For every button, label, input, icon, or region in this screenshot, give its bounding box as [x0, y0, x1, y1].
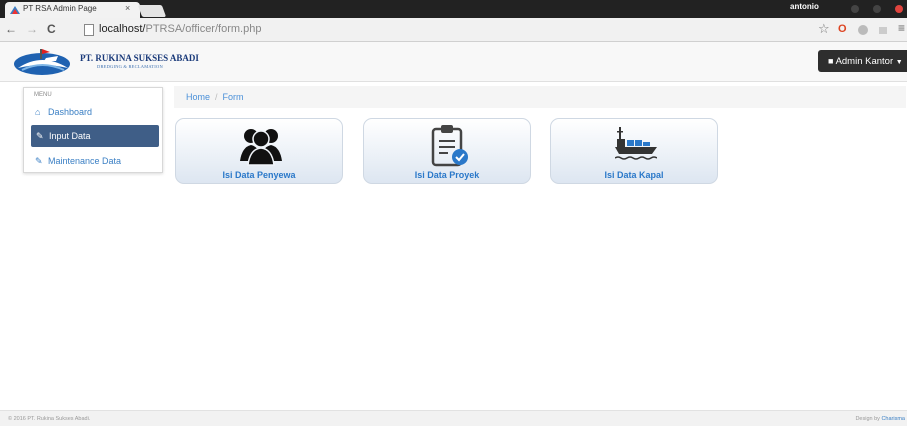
opera-extension-icon[interactable]: O [838, 23, 847, 35]
sidebar-item-label: Dashboard [48, 107, 93, 117]
edit-icon: ✎ [36, 131, 44, 141]
brand-tagline: DREDGING & RECLAMATION [97, 64, 163, 69]
browser-menu-icon[interactable]: ≡ [898, 21, 905, 35]
card-isi-data-kapal[interactable]: Isi Data Kapal [550, 118, 718, 184]
new-tab-button[interactable] [137, 5, 167, 17]
close-window-icon[interactable] [895, 5, 903, 13]
menu-heading: MENU [34, 92, 52, 98]
sidebar-menu: MENU ⌂ Dashboard ✎ Input Data ✎ Maintenance… [23, 87, 163, 173]
caret-down-icon: ▼ [895, 59, 903, 66]
footer-design-credit: Design by Charisma [855, 416, 905, 422]
extension-puzzle-icon[interactable] [857, 24, 869, 35]
card-isi-data-proyek[interactable]: Isi Data Proyek [363, 118, 531, 184]
maximize-icon[interactable] [873, 5, 881, 13]
browser-tab-bar: PT RSA Admin Page × antonio [0, 0, 907, 18]
tab-close-icon[interactable]: × [125, 3, 130, 13]
admin-user-label: Admin Kantor [835, 56, 894, 67]
sidebar-item-label: Maintenance Data [48, 156, 122, 166]
footer-design-label: Design by [855, 416, 880, 422]
company-logo[interactable] [10, 46, 74, 78]
brand-name: PT. RUKINA SUKSES ABADI [80, 53, 199, 63]
clipboard-check-icon [431, 125, 468, 167]
sidebar-item-dashboard[interactable]: ⌂ Dashboard [30, 101, 162, 123]
admin-user-dropdown[interactable]: ■ Admin Kantor ▼ [818, 50, 907, 72]
card-label: Isi Data Kapal [604, 170, 664, 180]
page-icon [84, 24, 94, 36]
minimize-icon[interactable] [851, 5, 859, 13]
edit-icon: ✎ [35, 156, 43, 166]
app-header: PT. RUKINA SUKSES ABADI DREDGING & RECLA… [0, 42, 907, 82]
url-path: PTRSA/officer/form.php [145, 23, 262, 35]
forward-arrow-icon[interactable]: → [26, 22, 38, 36]
footer-copyright: © 2016 PT. Rukina Sukses Abadi. [8, 416, 91, 422]
cargo-ship-icon [615, 127, 657, 160]
sidebar-item-input-data[interactable]: ✎ Input Data [31, 125, 159, 147]
reload-icon[interactable]: C [47, 22, 56, 36]
browser-user-name[interactable]: antonio [790, 2, 819, 11]
tab-title: PT RSA Admin Page [23, 4, 97, 13]
back-arrow-icon[interactable]: ← [5, 22, 17, 36]
sidebar-item-maintenance-data[interactable]: ✎ Maintenance Data [30, 150, 162, 172]
url-host: localhost/ [99, 23, 146, 35]
browser-tab[interactable]: PT RSA Admin Page × [5, 2, 140, 18]
footer-designer-link[interactable]: Charisma [881, 416, 905, 422]
site-favicon-icon [10, 6, 20, 14]
breadcrumb: Home / Form [174, 86, 906, 108]
card-label: Isi Data Proyek [414, 170, 480, 180]
card-isi-data-penyewa[interactable]: Isi Data Penyewa [175, 118, 343, 184]
url-input[interactable]: localhost/PTRSA/officer/form.php [82, 22, 802, 38]
address-bar-row: ← → C localhost/PTRSA/officer/form.php ☆… [0, 18, 907, 42]
extension-lock-icon[interactable] [877, 24, 889, 35]
bookmark-star-icon[interactable]: ☆ [818, 21, 830, 37]
users-icon [240, 129, 282, 166]
breadcrumb-current[interactable]: Form [223, 92, 244, 102]
sidebar-item-label: Input Data [49, 131, 91, 141]
page-footer: © 2016 PT. Rukina Sukses Abadi. Design b… [0, 410, 907, 426]
breadcrumb-home-link[interactable]: Home [186, 92, 210, 102]
user-icon: ■ [828, 56, 834, 66]
breadcrumb-separator: / [215, 92, 218, 102]
card-label: Isi Data Penyewa [222, 170, 296, 180]
home-icon: ⌂ [35, 107, 41, 117]
